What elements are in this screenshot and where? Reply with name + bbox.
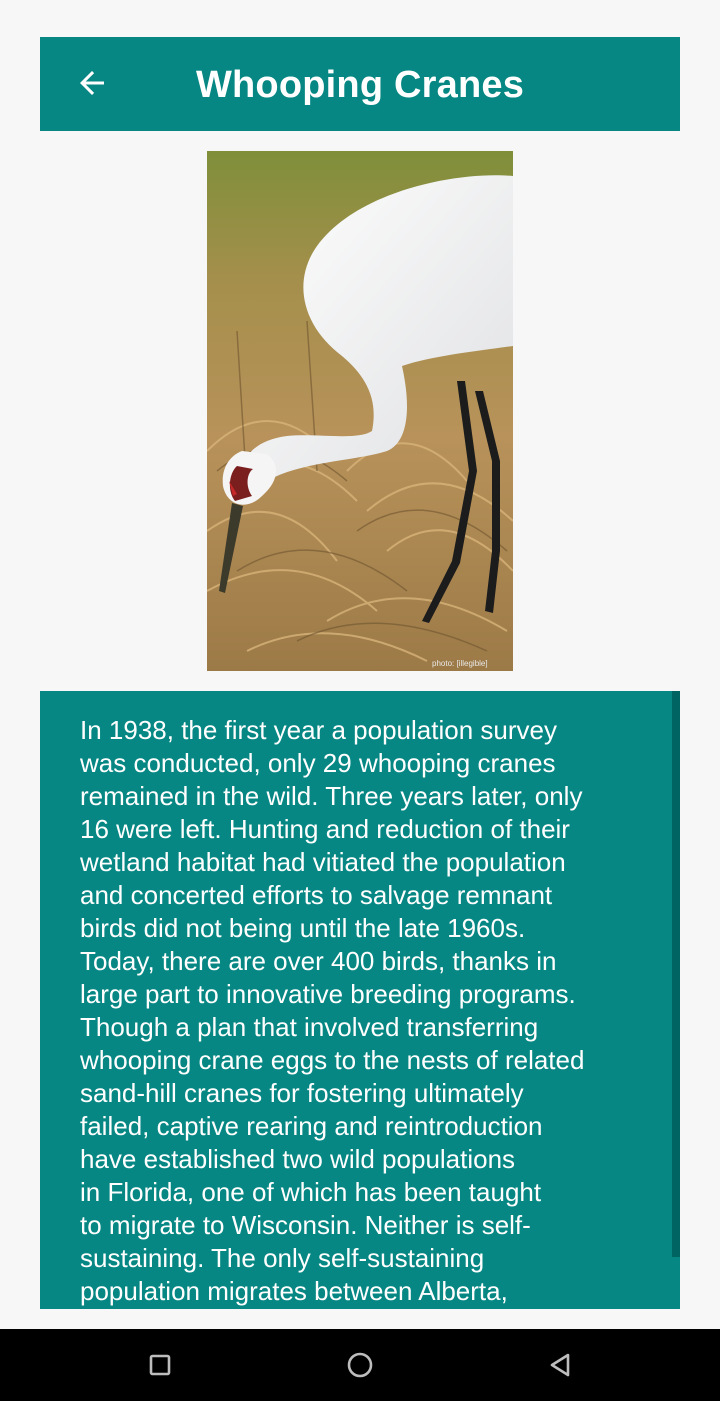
page-title: Whooping Cranes (195, 64, 525, 106)
circle-home-icon (347, 1352, 373, 1378)
article-body: In 1938, the first year a population sur… (80, 715, 585, 1306)
scrollbar[interactable] (672, 691, 680, 1257)
photo-credit: photo: [illegible] (432, 659, 488, 668)
triangle-back-icon (550, 1353, 570, 1377)
app-bar: Whooping Cranes (40, 37, 680, 131)
square-recents-icon (149, 1354, 171, 1376)
recents-button[interactable] (136, 1341, 184, 1389)
article-card[interactable]: In 1938, the first year a population sur… (40, 691, 680, 1309)
crane-photo: photo: [illegible] (207, 151, 513, 671)
home-button[interactable] (336, 1341, 384, 1389)
system-nav-bar (0, 1329, 720, 1401)
system-back-button[interactable] (536, 1341, 584, 1389)
